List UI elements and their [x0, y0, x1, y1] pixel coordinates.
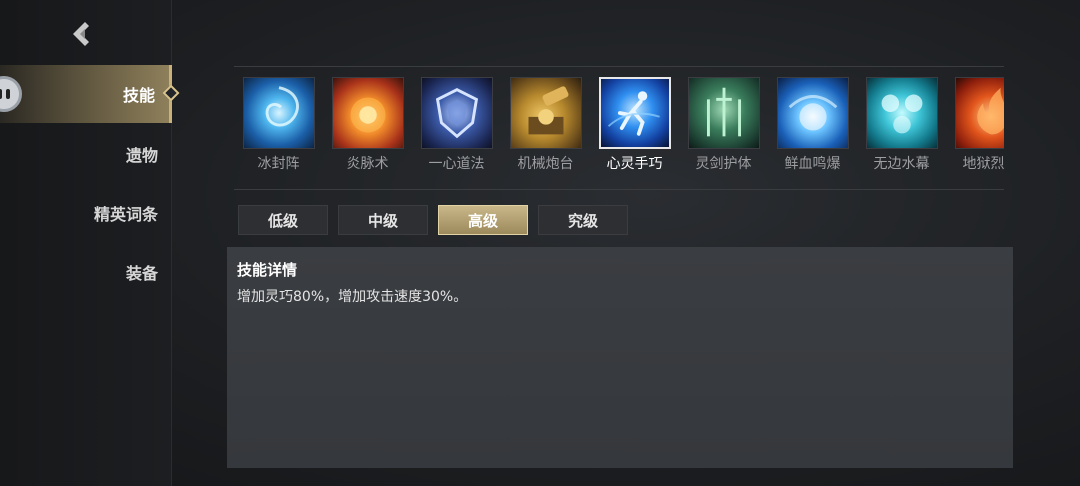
ice-vortex-icon	[242, 77, 315, 149]
skill-label: 一心道法	[428, 156, 485, 172]
sidebar-item-equipment[interactable]: 装备	[0, 243, 172, 301]
skill-item[interactable]: 冰封阵	[234, 77, 323, 173]
sidebar-item-elite-affixes[interactable]: 精英词条	[0, 184, 172, 242]
selection-diamond-icon	[162, 84, 180, 102]
tab-low-level[interactable]: 低级	[238, 205, 328, 235]
sidebar-item-label: 精英词条	[93, 205, 158, 224]
skill-carousel[interactable]: 冰封阵 炎脉术 一心道法 机械炮台 心灵手巧 灵剑护体 鲜血鸣爆 无边水幕 地狱…	[234, 66, 1004, 190]
detail-title: 技能详情	[237, 261, 298, 279]
skill-item[interactable]: 炎脉术	[323, 77, 412, 173]
spirit-swords-icon	[687, 77, 760, 149]
skill-item[interactable]: 机械炮台	[501, 77, 590, 173]
skill-label: 心灵手巧	[606, 156, 663, 172]
sidebar-item-label: 装备	[125, 264, 158, 283]
dexterity-runner-icon	[598, 77, 671, 149]
water-curtain-icon	[865, 77, 938, 149]
hell-flame-icon	[954, 77, 1004, 149]
skill-label: 冰封阵	[257, 156, 300, 172]
skill-label: 无边水幕	[873, 156, 930, 172]
skill-label: 机械炮台	[517, 156, 574, 172]
skill-label: 灵剑护体	[695, 156, 752, 172]
skill-item[interactable]: 鲜血鸣爆	[768, 77, 857, 173]
detail-description: 增加灵巧80%，增加攻击速度30%。	[237, 289, 468, 305]
shield-crest-icon	[420, 77, 493, 149]
skill-item[interactable]: 一心道法	[412, 77, 501, 173]
fire-orb-icon	[331, 77, 404, 149]
sidebar-item-label: 遗物	[125, 146, 158, 165]
tab-mid-level[interactable]: 中级	[338, 205, 428, 235]
chevron-left-icon	[73, 22, 89, 46]
sidebar-item-label: 技能	[122, 86, 155, 105]
skill-label: 鲜血鸣爆	[784, 156, 841, 172]
skill-item[interactable]: 地狱烈焰	[946, 77, 1004, 173]
blood-burst-icon	[776, 77, 849, 149]
category-sidebar: 技能 遗物 精英词条 装备	[0, 0, 180, 486]
sidebar-item-relics[interactable]: 遗物	[0, 125, 172, 183]
skill-item[interactable]: 无边水幕	[857, 77, 946, 173]
level-tabs: 低级 中级 高级 究级	[238, 205, 638, 235]
skill-label: 地狱烈焰	[962, 156, 1005, 172]
skill-item[interactable]: 灵剑护体	[679, 77, 768, 173]
skill-label: 炎脉术	[346, 156, 389, 172]
cannon-turret-icon	[509, 77, 582, 149]
back-button[interactable]	[64, 16, 100, 52]
tab-high-level[interactable]: 高级	[438, 205, 528, 235]
tab-ultimate-level[interactable]: 究级	[538, 205, 628, 235]
sidebar-item-skills[interactable]: 技能	[0, 65, 180, 123]
skill-detail-panel: 技能详情 增加灵巧80%，增加攻击速度30%。	[227, 247, 1013, 468]
skill-item-selected[interactable]: 心灵手巧	[590, 77, 679, 173]
